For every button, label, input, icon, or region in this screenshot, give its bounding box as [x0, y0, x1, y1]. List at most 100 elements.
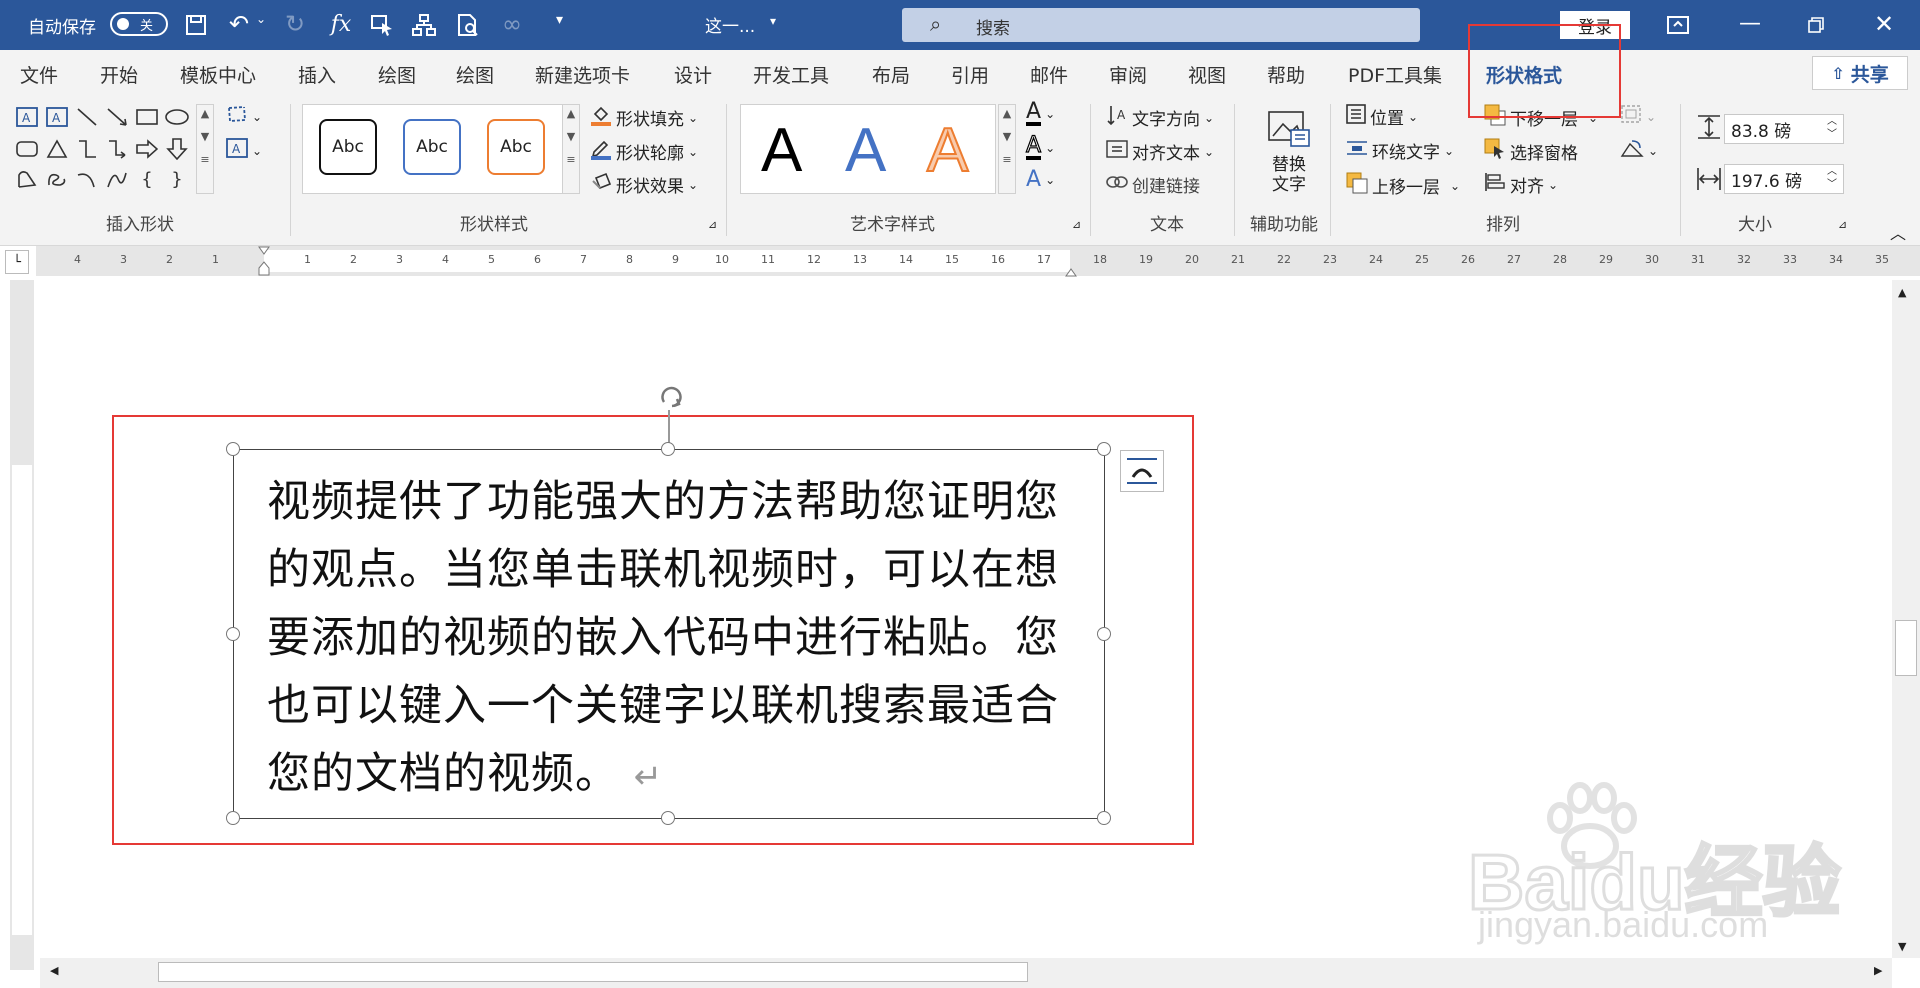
tab-help[interactable]: 帮助: [1267, 61, 1305, 88]
edit-shape-button[interactable]: ⌄: [226, 104, 262, 129]
resize-handle-nw[interactable]: [226, 442, 240, 456]
horizontal-ruler[interactable]: 4 3 2 1 1 2 3 4 5 6 7 8 9 10 11 12 13 14…: [36, 246, 1920, 277]
textbox-shape-icon[interactable]: A: [14, 106, 40, 128]
wordart-styles-launcher-icon[interactable]: ⊿: [1072, 218, 1081, 231]
tab-layout[interactable]: 布局: [872, 61, 910, 88]
layout-options-button[interactable]: [1120, 450, 1164, 492]
left-brace-icon[interactable]: {: [134, 168, 160, 190]
tab-selector-button[interactable]: └: [5, 250, 29, 274]
horizontal-scrollbar[interactable]: ◀ ▶: [40, 958, 1892, 988]
resize-handle-e[interactable]: [1097, 627, 1111, 641]
align-button[interactable]: 对齐 ⌄: [1484, 172, 1558, 197]
scroll-left-icon[interactable]: ◀: [50, 964, 58, 977]
shape-style-orange[interactable]: Abc: [487, 119, 545, 175]
search-box[interactable]: ⌕ 搜索: [902, 8, 1420, 42]
right-indent-marker-icon[interactable]: [1065, 262, 1077, 277]
width-spinner-icon[interactable]: ︿ ﹀: [1827, 165, 1837, 191]
wrap-text-button[interactable]: 环绕文字 ⌄: [1346, 138, 1454, 163]
rotate-button[interactable]: ⌄: [1620, 138, 1658, 163]
freeform-shape-icon[interactable]: [14, 168, 40, 190]
document-title[interactable]: 这一...: [705, 12, 755, 37]
vertical-ruler[interactable]: [10, 280, 34, 970]
shape-height-input[interactable]: 83.8 磅 ︿ ﹀: [1724, 114, 1844, 144]
right-arrow-shape-icon[interactable]: [134, 138, 160, 160]
arc-shape-icon[interactable]: [74, 168, 100, 190]
group-objects-button[interactable]: ⌄: [1620, 104, 1656, 129]
tab-developer[interactable]: 开发工具: [753, 61, 829, 88]
wordart-gallery-scroll[interactable]: ▲ ▼ ≡: [998, 104, 1016, 194]
resize-handle-se[interactable]: [1097, 811, 1111, 825]
text-fill-button[interactable]: A ⌄: [1026, 101, 1055, 126]
save-icon[interactable]: [182, 12, 210, 38]
indent-marker-icon[interactable]: [258, 246, 270, 276]
tab-pdf-tools[interactable]: PDF工具集: [1348, 61, 1442, 88]
title-dropdown-icon[interactable]: ▾: [770, 14, 776, 28]
right-brace-icon[interactable]: }: [164, 168, 190, 190]
resize-handle-w[interactable]: [226, 627, 240, 641]
scribble-shape-icon[interactable]: [44, 168, 70, 190]
resize-handle-ne[interactable]: [1097, 442, 1111, 456]
text-direction-button[interactable]: A 文字方向 ⌄: [1106, 104, 1214, 131]
text-box-content[interactable]: 视频提供了功能强大的方法帮助您证明您的观点。当您单击联机视频时，可以在想要添加的…: [267, 468, 1092, 811]
restore-icon[interactable]: [1802, 12, 1830, 38]
vertical-scrollbar[interactable]: ▲ ▼: [1892, 280, 1920, 958]
wordart-blue-sample[interactable]: A: [845, 115, 886, 186]
tab-draw-1[interactable]: 绘图: [378, 61, 416, 88]
collapse-ribbon-icon[interactable]: ︿: [1890, 220, 1906, 244]
text-outline-button[interactable]: A ⌄: [1025, 134, 1055, 160]
selection-pane-button[interactable]: 选择窗格: [1484, 138, 1578, 165]
undo-icon[interactable]: ↶: [224, 10, 254, 38]
elbow-connector-icon[interactable]: [74, 138, 100, 160]
tab-file[interactable]: 文件: [20, 61, 58, 88]
rotate-handle-icon[interactable]: [652, 382, 692, 412]
resize-handle-sw[interactable]: [226, 811, 240, 825]
redo-icon[interactable]: ↻: [280, 10, 310, 38]
close-icon[interactable]: ✕: [1870, 10, 1898, 38]
ribbon-display-icon[interactable]: [1664, 12, 1692, 38]
customize-toolbar-icon[interactable]: ▾: [556, 12, 563, 28]
wordart-black-sample[interactable]: A: [761, 115, 802, 186]
shape-gallery-scroll[interactable]: ▲ ▼ ≡: [196, 104, 214, 194]
vertical-textbox-icon[interactable]: A: [44, 106, 70, 128]
scroll-up-icon[interactable]: ▲: [1898, 286, 1906, 299]
resize-handle-s[interactable]: [661, 811, 675, 825]
bring-forward-button[interactable]: 上移一层 ⌄: [1346, 172, 1460, 199]
arrow-line-icon[interactable]: [104, 106, 130, 128]
rectangle-shape-icon[interactable]: [134, 106, 160, 128]
tab-references[interactable]: 引用: [951, 61, 989, 88]
tab-draw-2[interactable]: 绘图: [456, 61, 494, 88]
shape-outline-button[interactable]: 形状轮廓 ⌄: [590, 138, 698, 165]
tab-new-tab[interactable]: 新建选项卡: [535, 61, 630, 88]
text-effects-button[interactable]: A ⌄: [1026, 169, 1055, 191]
shape-style-gallery[interactable]: Abc Abc Abc: [302, 104, 564, 194]
rounded-rect-icon[interactable]: [14, 138, 40, 160]
shape-effects-button[interactable]: 形状效果 ⌄: [590, 172, 698, 197]
text-box-shape[interactable]: 视频提供了功能强大的方法帮助您证明您的观点。当您单击联机视频时，可以在想要添加的…: [233, 449, 1105, 819]
shape-width-input[interactable]: 197.6 磅 ︿ ﹀: [1724, 164, 1844, 194]
resize-handle-n[interactable]: [661, 442, 675, 456]
height-spinner-icon[interactable]: ︿ ﹀: [1827, 115, 1837, 141]
line-shape-icon[interactable]: [74, 106, 100, 128]
tab-mailings[interactable]: 邮件: [1030, 61, 1068, 88]
draw-textbox-button[interactable]: A ⌄: [226, 138, 262, 163]
vertical-scroll-thumb[interactable]: [1895, 620, 1917, 676]
select-objects-icon[interactable]: [368, 12, 396, 38]
function-icon[interactable]: fx: [326, 10, 356, 38]
shape-style-blue[interactable]: Abc: [403, 119, 461, 175]
autosave-toggle[interactable]: 关: [110, 12, 168, 36]
shape-style-scroll[interactable]: ▲ ▼ ≡: [562, 104, 580, 194]
horizontal-scroll-thumb[interactable]: [158, 962, 1028, 982]
elbow-arrow-icon[interactable]: [104, 138, 130, 160]
triangle-shape-icon[interactable]: [44, 138, 70, 160]
scroll-down-icon[interactable]: ▼: [1898, 940, 1906, 953]
position-button[interactable]: 位置 ⌄: [1346, 104, 1418, 129]
tab-design[interactable]: 设计: [674, 61, 712, 88]
share-button[interactable]: ⇧ 共享: [1812, 56, 1908, 90]
shape-styles-launcher-icon[interactable]: ⊿: [708, 218, 717, 231]
scroll-right-icon[interactable]: ▶: [1874, 964, 1882, 977]
wordart-orange-sample[interactable]: A: [926, 115, 969, 186]
link-icon[interactable]: ∞: [492, 10, 532, 38]
hierarchy-icon[interactable]: [410, 12, 438, 38]
minimize-icon[interactable]: —: [1736, 10, 1764, 36]
shape-style-black[interactable]: Abc: [319, 119, 377, 175]
